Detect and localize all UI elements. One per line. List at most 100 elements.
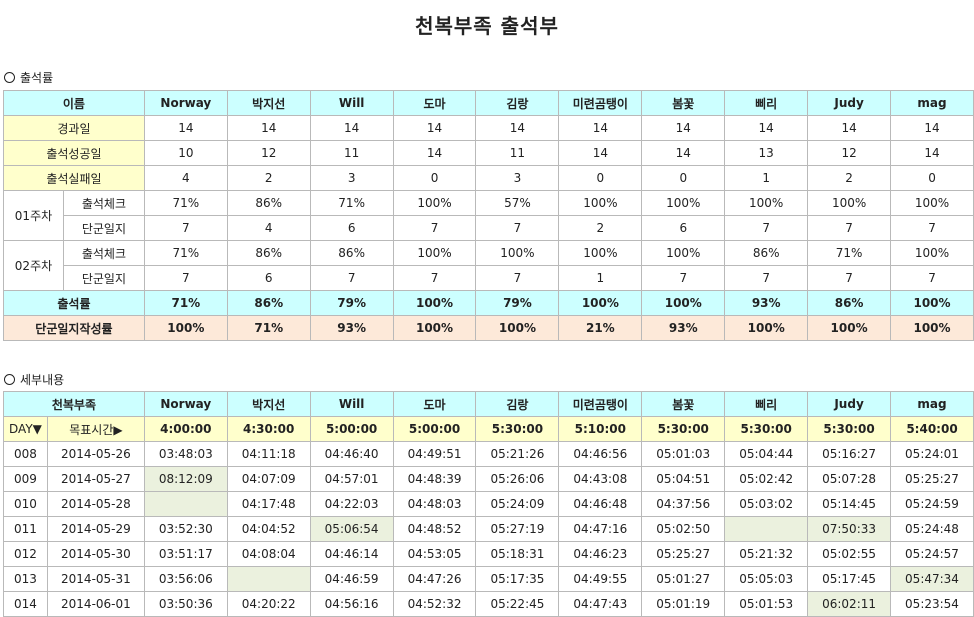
- week-journal-cell: 1: [558, 265, 643, 291]
- wake-time-cell: 04:20:22: [226, 591, 311, 617]
- wake-time-cell: 05:17:35: [475, 566, 560, 592]
- week-check-row: 01주차 출석체크 71% 86% 71% 100% 57% 100% 100% 100% 100%…: [3, 190, 974, 241]
- member-name: mag: [890, 90, 974, 116]
- member-name: 박지선: [226, 391, 311, 417]
- week-check-cell: 86%: [226, 240, 311, 266]
- week-check-cell: 100%: [558, 240, 643, 266]
- wake-time-cell: 05:24:09: [475, 491, 560, 517]
- wake-time-cell: 05:02:50: [641, 516, 726, 542]
- attendance-rate-cell: 93%: [724, 290, 809, 316]
- target-time-cell: 5:30:00: [641, 416, 726, 442]
- member-name: 삐리: [724, 391, 809, 417]
- wake-time-cell: 07:50:33: [807, 516, 892, 542]
- day-number: 013: [3, 566, 48, 592]
- name-header: 이름: [3, 90, 145, 116]
- wake-time-cell: 05:21:32: [724, 541, 809, 567]
- member-name: Judy: [807, 391, 892, 417]
- details-section-label: 세부내용: [20, 373, 65, 387]
- target-time-cell: 4:00:00: [143, 416, 228, 442]
- week-journal-cell: 2: [558, 215, 643, 241]
- date-cell: 2014-05-31: [46, 566, 145, 592]
- wake-time-cell: 08:12:09: [143, 466, 228, 492]
- summary-cell: 11: [309, 140, 394, 166]
- wake-time-cell: 03:50:36: [143, 591, 228, 617]
- wake-time-cell: 03:48:03: [143, 441, 228, 467]
- summary-cell: 14: [558, 115, 643, 141]
- attendance-rate-cell: 86%: [226, 290, 311, 316]
- member-name: 김랑: [475, 90, 560, 116]
- journal-rate-cell: 100%: [807, 315, 892, 341]
- wake-time-cell: 05:01:03: [641, 441, 726, 467]
- attendance-rate-label: 출석률: [3, 290, 145, 316]
- week-check-cell: 57%: [475, 190, 560, 216]
- week-check-cell: 100%: [724, 190, 809, 216]
- wake-time-cell: 04:46:48: [558, 491, 643, 517]
- wake-time-cell: 04:52:32: [392, 591, 477, 617]
- journal-rate-cell: 21%: [558, 315, 643, 341]
- attendance-rate-cell: 71%: [143, 290, 228, 316]
- week-check-cell: 86%: [309, 240, 394, 266]
- summary-cell: 14: [724, 115, 809, 141]
- journal-rate-row: 단군일지작성률 100% 71% 93% 100% 100% 21% 93% 100% 100% 1…: [3, 315, 974, 341]
- attendance-rate-cell: 79%: [475, 290, 560, 316]
- member-name: 봄꽃: [641, 90, 726, 116]
- wake-time-cell: 04:37:56: [641, 491, 726, 517]
- attendance-section-label: 출석률: [20, 71, 54, 85]
- wake-time-cell: 05:18:31: [475, 541, 560, 567]
- summary-cell: 14: [641, 115, 726, 141]
- detail-row: 013 2014-05-31 03:56:06 04:46:59 04:47:26 05:…: [3, 566, 974, 592]
- circle-icon: [4, 374, 15, 385]
- week-check-row: 02주차 출석체크 71% 86% 86% 100% 100% 100% 100% 86% 71% 1…: [3, 240, 974, 291]
- wake-time-cell: 04:56:16: [309, 591, 394, 617]
- detail-row: 010 2014-05-28 04:17:48 04:22:03 04:48:03 05:…: [3, 491, 974, 517]
- date-cell: 2014-06-01: [46, 591, 145, 617]
- target-time-cell: 5:00:00: [392, 416, 477, 442]
- wake-time-cell: 04:04:52: [226, 516, 311, 542]
- attendance-rate-cell: 86%: [807, 290, 892, 316]
- wake-time-cell: 05:01:19: [641, 591, 726, 617]
- wake-time-cell: 04:48:39: [392, 466, 477, 492]
- summary-row-label: 출석성공일: [3, 140, 145, 166]
- week-journal-cell: 6: [226, 265, 311, 291]
- week-journal-cell: 6: [641, 215, 726, 241]
- target-time-row: DAY▼ 목표시간▶ 4:00:00 4:30:00 5:00:00 5:00:00 5:3…: [3, 416, 974, 442]
- summary-cell: 4: [143, 165, 228, 191]
- journal-rate-cell: 100%: [724, 315, 809, 341]
- wake-time-cell: 04:46:23: [558, 541, 643, 567]
- wake-time-cell: 04:11:18: [226, 441, 311, 467]
- week-journal-cell: 6: [309, 215, 394, 241]
- summary-cell: 0: [558, 165, 643, 191]
- week-journal-row: 단군일지 7 4 6 7 7 2 6 7 7 7: [4, 215, 974, 241]
- date-cell: 2014-05-26: [46, 441, 145, 467]
- member-name: 봄꽃: [641, 391, 726, 417]
- summary-cell: 14: [226, 115, 311, 141]
- week-journal-cell: 7: [143, 215, 228, 241]
- summary-cell: 10: [143, 140, 228, 166]
- week-label: 02주차: [3, 240, 64, 291]
- wake-time-cell: 03:51:17: [143, 541, 228, 567]
- member-name: 미련곰탱이: [558, 90, 643, 116]
- wake-time-cell: 05:23:54: [890, 591, 974, 617]
- wake-time-cell: 05:02:42: [724, 466, 809, 492]
- day-number: 009: [3, 466, 48, 492]
- week-check-cell: 71%: [143, 240, 228, 266]
- summary-cell: 12: [807, 140, 892, 166]
- attendance-table: 이름 Norway 박지선 Will 도마 김랑 미련곰탱이 봄꽃 삐리 Judy mag 경과일 14…: [3, 90, 974, 341]
- week-check-cell: 71%: [143, 190, 228, 216]
- summary-cell: 13: [724, 140, 809, 166]
- wake-time-cell: 05:01:53: [724, 591, 809, 617]
- week-label: 01주차: [3, 190, 64, 241]
- wake-time-cell: 04:47:43: [558, 591, 643, 617]
- member-name: Will: [309, 90, 394, 116]
- summary-cell: 14: [309, 115, 394, 141]
- week-check-cell: 100%: [807, 190, 892, 216]
- week-journal-cell: 7: [724, 265, 809, 291]
- summary-cell: 14: [641, 140, 726, 166]
- attendance-rate-cell: 100%: [558, 290, 643, 316]
- member-name: 김랑: [475, 391, 560, 417]
- week-check-cell: 100%: [558, 190, 643, 216]
- summary-cell: 1: [724, 165, 809, 191]
- attendance-section-header: 출석률: [4, 69, 53, 86]
- summary-cell: 0: [641, 165, 726, 191]
- week-journal-cell: 4: [226, 215, 311, 241]
